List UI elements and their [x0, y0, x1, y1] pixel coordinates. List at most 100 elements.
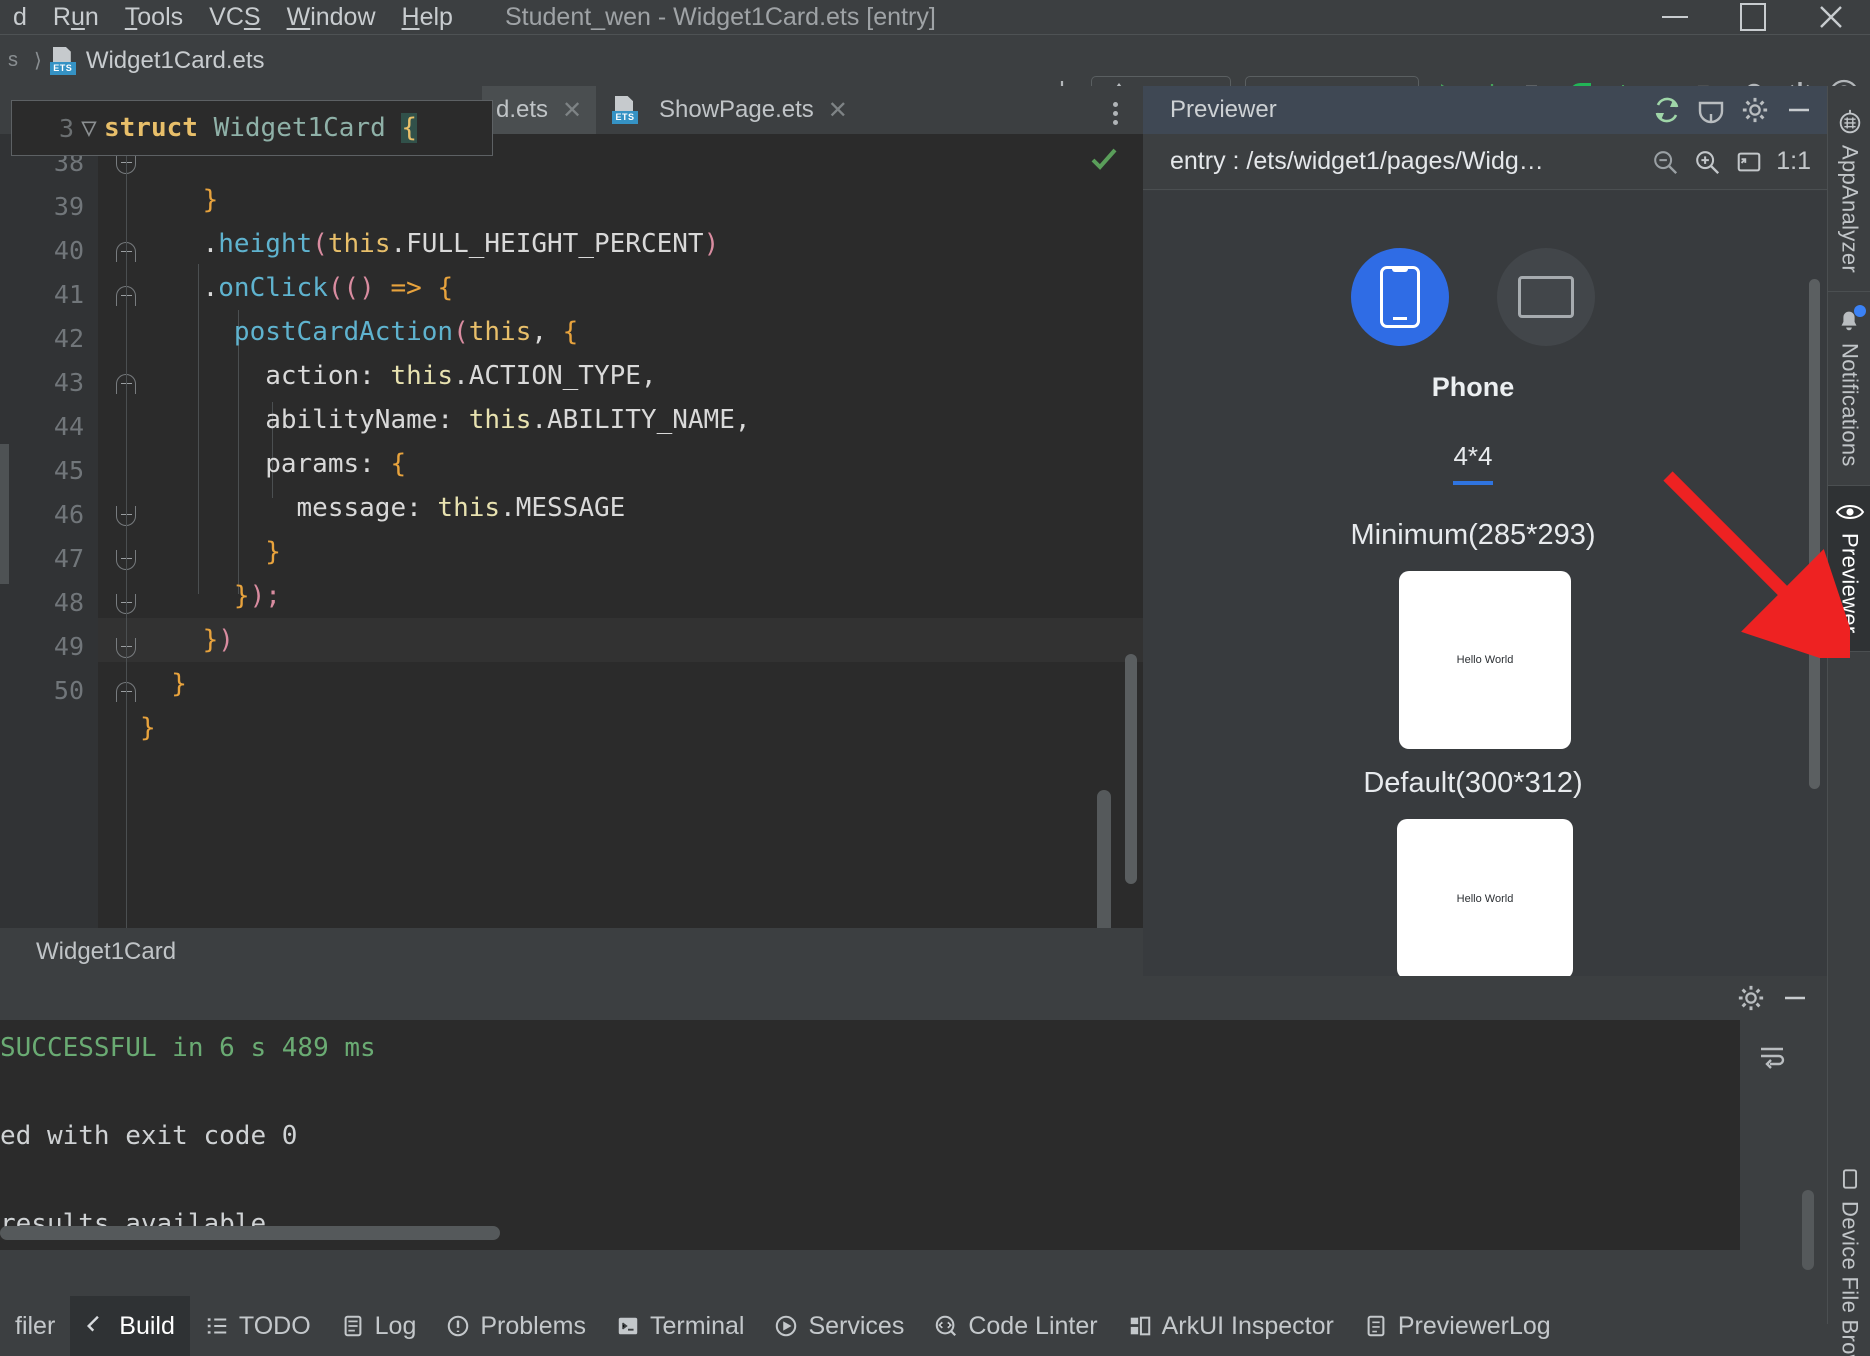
line-number: 49 [53, 632, 84, 661]
bottom-tab-todo[interactable]: TODO [190, 1296, 326, 1356]
bottom-tab-previewer-log[interactable]: PreviewerLog [1349, 1296, 1566, 1356]
preview-scale-label[interactable]: 1:1 [1770, 147, 1821, 176]
breadcrumb: s ⟩ ETS Widget1Card.ets [0, 46, 265, 75]
minimize-window-button[interactable] [1636, 0, 1714, 34]
console-vertical-scrollbar[interactable] [1802, 1190, 1814, 1270]
device-option-phone[interactable] [1351, 248, 1449, 346]
previewer-settings-button[interactable] [1733, 90, 1777, 130]
build-tool-window: SUCCESSFUL in 6 s 489 ms ed with exit co… [0, 976, 1827, 1296]
bottom-tab-label: Terminal [649, 1311, 745, 1340]
widget-preview-default[interactable]: Hello World [1397, 819, 1573, 976]
sidebar-item-appanalyzer[interactable]: AppAnalyzer [1828, 86, 1870, 291]
inspector-button[interactable] [1689, 90, 1733, 130]
sidebar-item-label: Device File Browser [1837, 1201, 1863, 1356]
device-option-tablet[interactable] [1497, 248, 1595, 346]
build-panel-header [0, 976, 1827, 1020]
hide-previewer-button[interactable] [1777, 90, 1821, 130]
menu-item-window[interactable]: Window [274, 0, 389, 34]
close-icon [1820, 6, 1842, 28]
code-line: message: this.MESSAGE [140, 493, 626, 523]
bottom-tab-profiler[interactable]: filer [0, 1296, 70, 1356]
refresh-icon [1655, 97, 1679, 123]
build-console[interactable]: SUCCESSFUL in 6 s 489 ms ed with exit co… [0, 1020, 1740, 1250]
zoom-out-button[interactable] [1644, 142, 1686, 182]
menu-item-build[interactable]: d [0, 0, 40, 34]
bottom-tab-arkui-inspector[interactable]: ArkUI Inspector [1113, 1296, 1349, 1356]
previewer-path: entry : /ets/widget1/pages/Widg… [1170, 147, 1544, 175]
bottom-tab-problems[interactable]: Problems [431, 1296, 601, 1356]
bottom-tab-log[interactable]: Log [326, 1296, 432, 1356]
phone-icon [1380, 266, 1420, 328]
console-horizontal-scrollbar[interactable] [0, 1226, 500, 1240]
bottom-tab-build[interactable]: Build [70, 1296, 190, 1356]
breadcrumb-file[interactable]: Widget1Card.ets [86, 47, 265, 75]
code-linter-icon [934, 1314, 958, 1338]
console-line: SUCCESSFUL in 6 s 489 ms [0, 1033, 376, 1063]
code-line: }); [140, 581, 281, 611]
sticky-type-name: Widget1Card [213, 113, 386, 143]
bottom-tab-services[interactable]: Services [759, 1296, 919, 1356]
breadcrumb-prefix[interactable]: s [0, 49, 26, 72]
bottom-tab-code-linter[interactable]: Code Linter [919, 1296, 1112, 1356]
hide-build-panel-button[interactable] [1773, 978, 1817, 1018]
refresh-preview-button[interactable] [1645, 90, 1689, 130]
line-number: 43 [53, 368, 84, 397]
editor-tab-widget1card[interactable]: d.ets ✕ [482, 86, 597, 134]
menu-item-vcs[interactable]: VCS [196, 0, 273, 34]
bottom-tab-terminal[interactable]: Terminal [601, 1296, 759, 1356]
close-icon[interactable]: ✕ [828, 96, 848, 125]
app-analyzer-icon [1839, 109, 1860, 134]
line-number: 48 [53, 588, 84, 617]
fit-screen-button[interactable] [1728, 142, 1770, 182]
editor-tab-options-button[interactable] [1103, 98, 1127, 125]
device-type-row [1143, 248, 1803, 346]
build-panel-side-actions [1740, 1020, 1827, 1296]
zoom-in-button[interactable] [1686, 142, 1728, 182]
code-line: postCardAction(this, { [233, 317, 579, 347]
close-window-button[interactable] [1792, 0, 1870, 34]
line-number: 44 [53, 412, 84, 441]
size-tab-4x4[interactable]: 4*4 [1453, 441, 1493, 485]
arkui-inspector-icon [1128, 1314, 1152, 1338]
previewer-log-icon [1364, 1314, 1388, 1338]
editor-tab-showpage[interactable]: ETS ShowPage.ets ✕ [598, 86, 862, 134]
code-line: } [140, 713, 156, 743]
zoom-in-icon [1696, 150, 1720, 174]
line-number-gutter[interactable]: 38 39 40 41 42 43 44 45 46 47 48 49 50 [0, 134, 98, 976]
editor-vertical-scrollbar[interactable] [1125, 654, 1137, 884]
bottom-tab-label: Services [808, 1311, 905, 1340]
sidebar-item-device-file-browser[interactable]: Device File Browser [1828, 1152, 1870, 1356]
maximize-window-button[interactable] [1714, 0, 1792, 34]
zoom-out-icon [1654, 150, 1678, 174]
services-play-icon [774, 1314, 798, 1338]
ide-window: d Run Tools VCS Window Help Student_wen … [0, 0, 1870, 1356]
bottom-tab-label: PreviewerLog [1397, 1311, 1551, 1340]
previewer-title: Previewer [1170, 96, 1277, 123]
editor-horizontal-scrollbar[interactable] [131, 790, 1111, 1040]
code-line: } [140, 537, 281, 567]
editor-breadcrumb-strip: Widget1Card [0, 928, 1143, 976]
build-hammer-icon [85, 1314, 109, 1338]
tablet-icon [1518, 276, 1574, 318]
inspection-ok-icon[interactable] [1089, 144, 1119, 179]
card-caption-default: Default(300*312) [1363, 767, 1583, 799]
menu-bar: d Run Tools VCS Window Help Student_wen … [0, 0, 1870, 34]
line-number: 46 [53, 500, 84, 529]
menu-item-tools[interactable]: Tools [112, 0, 196, 34]
menu-item-run[interactable]: Run [40, 0, 112, 34]
menu-items: d Run Tools VCS Window Help [0, 0, 466, 34]
build-settings-button[interactable] [1729, 978, 1773, 1018]
fold-gutter[interactable] [116, 134, 140, 976]
fit-screen-icon [1737, 152, 1761, 171]
code-canvas[interactable]: 38 39 40 41 42 43 44 45 46 47 48 49 50}… [0, 134, 1143, 1040]
sticky-scope-header[interactable]: 3 ▽ struct Widget1Card { [11, 100, 493, 156]
soft-wrap-button[interactable] [1750, 1036, 1794, 1076]
sidebar-item-notifications[interactable]: Notifications [1828, 292, 1870, 485]
fold-marker-icon[interactable]: ▽ [74, 113, 104, 143]
code-text[interactable]: } .height(this.FULL_HEIGHT_PERCENT) .onC… [140, 134, 751, 794]
close-icon[interactable]: ✕ [562, 96, 582, 125]
widget-preview-minimum[interactable]: Hello World [1399, 571, 1571, 749]
selected-device-label: Phone [1431, 372, 1515, 402]
line-number: 42 [53, 324, 84, 353]
menu-item-help[interactable]: Help [389, 0, 466, 34]
